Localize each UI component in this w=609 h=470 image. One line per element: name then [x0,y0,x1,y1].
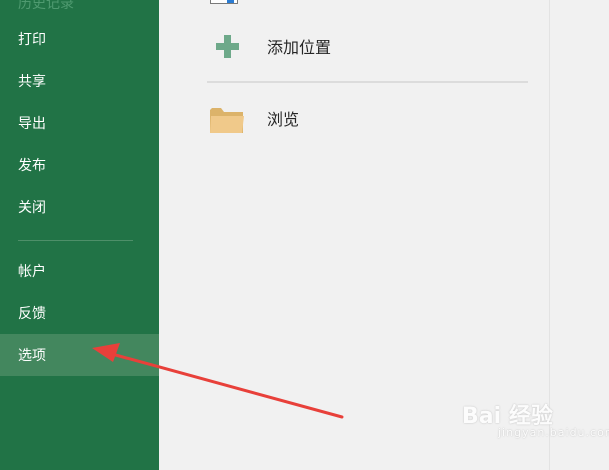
watermark: Bai 经验 jingyan.baidu.com [462,398,609,439]
watermark-sub: jingyan.baidu.com [498,426,609,439]
